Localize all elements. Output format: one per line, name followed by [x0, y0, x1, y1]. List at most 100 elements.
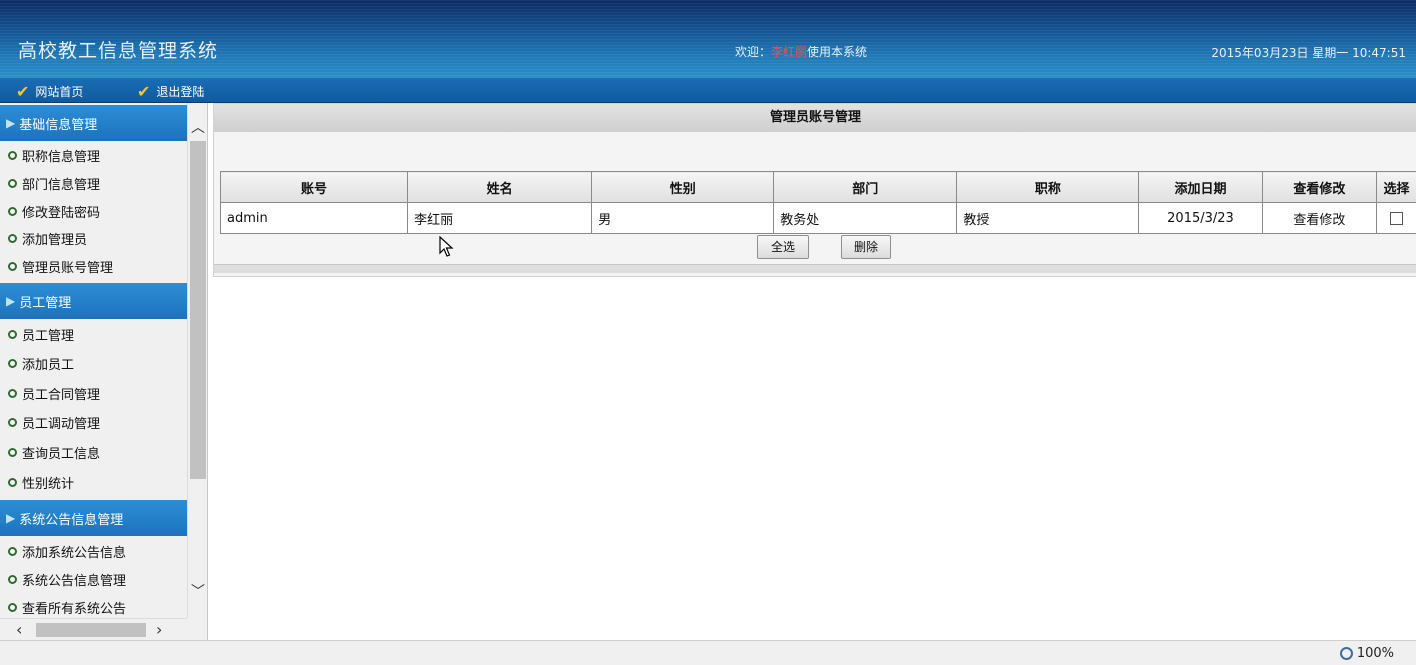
- sidebar: ▶ 基础信息管理 职称信息管理 部门信息管理 修改登陆密码 添加管理员 管理员账…: [0, 103, 208, 640]
- home-link[interactable]: ✔ 网站首页: [16, 82, 83, 101]
- cell-name: 李红丽: [408, 203, 592, 234]
- sidebar-item-label: 职称信息管理: [22, 146, 100, 165]
- sidebar-item-label: 查看所有系统公告: [22, 598, 126, 617]
- sidebar-item-label: 系统公告信息管理: [22, 570, 126, 589]
- welcome-message: 欢迎：李红丽使用本系统: [735, 43, 867, 60]
- column-header-dept: 部门: [774, 172, 957, 203]
- admin-accounts-panel: 管理员账号管理 账号 姓名 性别 部门 职称 添加日期 查看修改 选择: [213, 103, 1416, 277]
- sidebar-horizontal-scrollbar[interactable]: ‹ ›: [0, 618, 187, 640]
- select-all-button[interactable]: 全选: [757, 235, 809, 259]
- cell-select: [1376, 203, 1416, 234]
- sidebar-item-label: 添加系统公告信息: [22, 542, 126, 561]
- scrollbar-thumb[interactable]: [190, 141, 206, 479]
- sidebar-item-label: 性别统计: [22, 473, 74, 492]
- sidebar-item-label: 员工调动管理: [22, 413, 100, 432]
- logout-link-label: 退出登陆: [156, 83, 204, 100]
- arrow-right-icon: ▶: [6, 511, 15, 525]
- view-edit-link[interactable]: 查看修改: [1262, 203, 1376, 234]
- status-bar: 100%: [0, 640, 1416, 665]
- sidebar-item-label: 部门信息管理: [22, 174, 100, 193]
- sidebar-section-announcements[interactable]: ▶ 系统公告信息管理: [0, 500, 187, 536]
- bullet-icon: [8, 262, 17, 271]
- scrollbar-thumb[interactable]: [36, 623, 146, 637]
- current-datetime: 2015年03月23日 星期一 10:47:51: [1211, 44, 1406, 61]
- cell-account: admin: [221, 203, 408, 234]
- zoom-level: 100%: [1357, 646, 1394, 661]
- panel-title: 管理员账号管理: [214, 104, 1416, 132]
- bullet-icon: [8, 575, 17, 584]
- cell-date: 2015/3/23: [1139, 203, 1262, 234]
- home-link-label: 网站首页: [35, 83, 83, 100]
- sidebar-item-view-announcements[interactable]: 查看所有系统公告: [8, 598, 126, 617]
- sidebar-section-employee[interactable]: ▶ 员工管理: [0, 283, 187, 319]
- chevron-right-icon[interactable]: ›: [156, 620, 162, 639]
- logout-link[interactable]: ✔ 退出登陆: [137, 82, 204, 101]
- column-header-action: 查看修改: [1262, 172, 1376, 203]
- panel-footer: [214, 264, 1416, 273]
- chevron-up-icon[interactable]: ︿: [191, 117, 205, 137]
- sidebar-item-add-employee[interactable]: 添加员工: [8, 354, 74, 373]
- arrow-right-icon: ▶: [6, 294, 15, 308]
- sidebar-section-basic-info[interactable]: ▶ 基础信息管理: [0, 105, 187, 141]
- bullet-icon: [8, 359, 17, 368]
- column-header-select: 选择: [1376, 172, 1416, 203]
- main-content: 管理员账号管理 账号 姓名 性别 部门 职称 添加日期 查看修改 选择: [213, 103, 1416, 640]
- row-select-checkbox[interactable]: [1390, 212, 1403, 225]
- column-header-date: 添加日期: [1139, 172, 1262, 203]
- bullet-icon: [8, 234, 17, 243]
- checkmark-icon: ✔: [16, 82, 29, 101]
- welcome-user: 李红丽: [771, 45, 807, 59]
- cell-gender: 男: [592, 203, 774, 234]
- magnifier-icon: [1340, 647, 1353, 660]
- column-header-account: 账号: [221, 172, 408, 203]
- sidebar-item-label: 添加员工: [22, 354, 74, 373]
- cell-title: 教授: [957, 203, 1139, 234]
- sidebar-item-label: 查询员工信息: [22, 443, 100, 462]
- admin-table: 账号 姓名 性别 部门 职称 添加日期 查看修改 选择 admin 李红丽 男 …: [220, 171, 1416, 234]
- sidebar-item-dept-info[interactable]: 部门信息管理: [8, 174, 100, 193]
- section-title: 基础信息管理: [19, 114, 97, 133]
- bullet-icon: [8, 179, 17, 188]
- sidebar-item-change-password[interactable]: 修改登陆密码: [8, 202, 100, 221]
- bullet-icon: [8, 418, 17, 427]
- sidebar-item-label: 修改登陆密码: [22, 202, 100, 221]
- cell-dept: 教务处: [774, 203, 957, 234]
- sidebar-item-contracts[interactable]: 员工合同管理: [8, 384, 100, 403]
- bullet-icon: [8, 547, 17, 556]
- section-title: 员工管理: [19, 292, 71, 311]
- sidebar-item-add-admin[interactable]: 添加管理员: [8, 229, 87, 248]
- app-title: 高校教工信息管理系统: [18, 36, 218, 63]
- bullet-icon: [8, 330, 17, 339]
- sidebar-item-admin-accounts[interactable]: 管理员账号管理: [8, 257, 113, 276]
- sidebar-item-transfers[interactable]: 员工调动管理: [8, 413, 100, 432]
- arrow-right-icon: ▶: [6, 116, 15, 130]
- section-title: 系统公告信息管理: [19, 509, 123, 528]
- sidebar-item-manage-announcements[interactable]: 系统公告信息管理: [8, 570, 126, 589]
- zoom-control[interactable]: 100%: [1340, 646, 1394, 661]
- sidebar-item-query-employee[interactable]: 查询员工信息: [8, 443, 100, 462]
- bullet-icon: [8, 389, 17, 398]
- bullet-icon: [8, 478, 17, 487]
- sidebar-item-label: 员工合同管理: [22, 384, 100, 403]
- sidebar-vertical-scrollbar[interactable]: ︿ ﹀: [187, 103, 208, 618]
- sidebar-item-title-info[interactable]: 职称信息管理: [8, 146, 100, 165]
- sidebar-item-employee-manage[interactable]: 员工管理: [8, 325, 74, 344]
- bullet-icon: [8, 448, 17, 457]
- column-header-title: 职称: [957, 172, 1139, 203]
- sidebar-item-label: 管理员账号管理: [22, 257, 113, 276]
- welcome-suffix: 使用本系统: [807, 45, 867, 59]
- column-header-gender: 性别: [592, 172, 774, 203]
- welcome-prefix: 欢迎：: [735, 45, 771, 59]
- column-header-name: 姓名: [408, 172, 592, 203]
- table-row: admin 李红丽 男 教务处 教授 2015/3/23 查看修改: [221, 203, 1416, 234]
- sidebar-item-gender-stats[interactable]: 性别统计: [8, 473, 74, 492]
- delete-button[interactable]: 删除: [841, 235, 891, 259]
- sidebar-item-label: 添加管理员: [22, 229, 87, 248]
- chevron-left-icon[interactable]: ‹: [16, 620, 22, 639]
- bullet-icon: [8, 603, 17, 612]
- mouse-cursor-icon: [439, 236, 455, 258]
- top-nav: ✔ 网站首页 ✔ 退出登陆: [0, 78, 1416, 103]
- sidebar-item-add-announcement[interactable]: 添加系统公告信息: [8, 542, 126, 561]
- sidebar-item-label: 员工管理: [22, 325, 74, 344]
- chevron-down-icon[interactable]: ﹀: [191, 581, 205, 601]
